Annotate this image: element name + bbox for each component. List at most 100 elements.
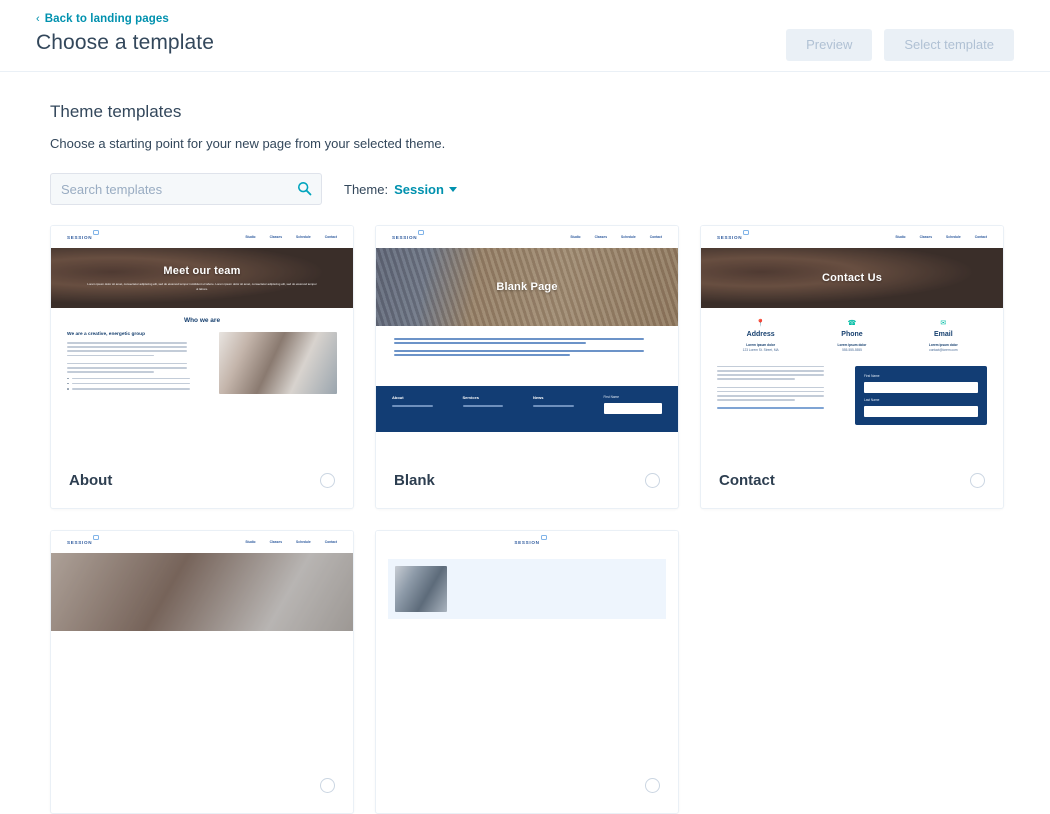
theme-dropdown-value: Session xyxy=(394,181,444,197)
preview-section-title: Who we are xyxy=(183,317,221,324)
preview-column-line2: 555-555-5555 xyxy=(842,348,862,353)
preview-nav: SESSION xyxy=(376,531,678,553)
template-card-about[interactable]: SESSION Studio Classes Schedule Contact … xyxy=(50,225,354,509)
preview-section xyxy=(388,559,666,619)
preview-subheading: We are a creative, energetic group xyxy=(67,332,146,337)
template-thumbnail: SESSION Studio Classes Schedule Contact … xyxy=(376,226,678,453)
template-card-blank[interactable]: SESSION Studio Classes Schedule Contact … xyxy=(375,225,679,509)
preview-image xyxy=(219,332,337,394)
template-select-radio[interactable] xyxy=(320,778,335,793)
section-subtitle: Choose a starting point for your new pag… xyxy=(50,136,446,151)
preview-logo: SESSION xyxy=(717,229,750,240)
preview-column-title: Phone xyxy=(841,331,863,338)
select-template-button[interactable]: Select template xyxy=(884,29,1014,61)
back-to-landing-pages-link[interactable]: ‹ Back to landing pages xyxy=(36,13,169,25)
speech-bubble-icon xyxy=(418,229,425,235)
preview-contact-columns: 📍 Address Lorem ipsum dolor 123 Lorem St… xyxy=(701,308,1003,360)
preview-footer: About Services News First Name xyxy=(376,386,678,433)
envelope-icon: ✉ xyxy=(940,320,947,327)
template-select-radio[interactable] xyxy=(645,778,660,793)
preview-nav-item: Studio xyxy=(245,540,256,544)
preview-nav-item: Studio xyxy=(895,235,906,239)
template-select-radio[interactable] xyxy=(970,473,985,488)
search-input[interactable] xyxy=(51,174,321,204)
template-card-footer: About xyxy=(51,453,353,508)
template-name: Contact xyxy=(719,472,775,489)
template-card-footer xyxy=(51,758,353,813)
preview-column-title: Address xyxy=(746,331,775,338)
speech-bubble-icon xyxy=(93,229,100,235)
preview-hero: Contact Us xyxy=(701,248,1003,308)
speech-bubble-icon xyxy=(540,534,547,540)
preview-nav-item: Classes xyxy=(269,235,283,239)
preview-footer-heading: News xyxy=(533,395,544,401)
template-card-footer xyxy=(376,758,678,813)
preview-button[interactable]: Preview xyxy=(786,29,873,61)
preview-form-input xyxy=(864,381,978,393)
template-name: Blank xyxy=(394,472,435,489)
template-card-footer: Blank xyxy=(376,453,678,508)
search-icon[interactable] xyxy=(297,181,312,201)
preview-footer-heading: About xyxy=(392,395,404,401)
search-templates-field[interactable] xyxy=(50,173,322,205)
chevron-left-icon: ‹ xyxy=(36,12,40,25)
preview-nav-item: Schedule xyxy=(946,235,961,239)
preview-contact-body: First Name Last Name xyxy=(701,360,1003,425)
template-card-partial-2[interactable]: SESSION xyxy=(375,530,679,814)
caret-down-icon xyxy=(448,186,457,192)
header-actions: Preview Select template xyxy=(786,29,1014,61)
preview-nav-item: Classes xyxy=(919,235,933,239)
section-title: Theme templates xyxy=(50,102,182,121)
preview-nav-item: Contact xyxy=(324,540,337,544)
template-card-contact[interactable]: SESSION Studio Classes Schedule Contact … xyxy=(700,225,1004,509)
page-header: ‹ Back to landing pages Choose a templat… xyxy=(0,0,1050,72)
preview-column-line2: 123 Lorem St. Street, MA xyxy=(742,348,779,353)
preview-form-label: First Name xyxy=(603,395,620,400)
preview-footer-heading: Services xyxy=(462,395,479,401)
template-card-footer: Contact xyxy=(701,453,1003,508)
preview-nav-item: Schedule xyxy=(621,235,636,239)
template-name: About xyxy=(69,472,113,489)
preview-nav: SESSION Studio Classes Schedule Contact xyxy=(51,531,353,553)
template-thumbnail: SESSION Studio Classes Schedule Contact xyxy=(51,531,353,758)
preview-nav-item: Studio xyxy=(245,235,256,239)
preview-form-input xyxy=(864,405,978,417)
speech-bubble-icon xyxy=(93,534,100,540)
preview-hero: Blank Page xyxy=(376,248,678,326)
speech-bubble-icon xyxy=(743,229,750,235)
page-title: Choose a template xyxy=(36,31,214,54)
preview-form-label: Last Name xyxy=(864,397,880,402)
phone-icon: ☎ xyxy=(847,320,857,327)
preview-nav-item: Studio xyxy=(570,235,581,239)
theme-filter: Theme: Session xyxy=(344,182,457,197)
preview-form-label: First Name xyxy=(864,373,880,378)
preview-hero-title: Meet our team xyxy=(163,265,241,278)
theme-dropdown[interactable]: Session xyxy=(394,182,457,197)
preview-nav: SESSION Studio Classes Schedule Contact xyxy=(376,226,678,248)
location-pin-icon: 📍 xyxy=(756,320,766,327)
preview-nav: SESSION Studio Classes Schedule Contact xyxy=(51,226,353,248)
template-thumbnail: SESSION Studio Classes Schedule Contact … xyxy=(701,226,1003,453)
preview-nav-item: Contact xyxy=(974,235,987,239)
preview-section: Who we are We are a creative, energetic … xyxy=(51,308,353,403)
preview-hero-title: Contact Us xyxy=(821,272,883,284)
preview-nav: SESSION Studio Classes Schedule Contact xyxy=(701,226,1003,248)
main-content: Theme templates Choose a starting point … xyxy=(0,72,1050,814)
theme-filter-label: Theme: xyxy=(344,181,389,197)
preview-nav-item: Classes xyxy=(269,540,283,544)
preview-logo: SESSION xyxy=(67,534,100,545)
preview-logo: SESSION xyxy=(392,229,425,240)
template-select-radio[interactable] xyxy=(645,473,660,488)
preview-logo: SESSION xyxy=(67,229,100,240)
preview-nav-item: Classes xyxy=(594,235,608,239)
preview-column-line2: contact@lorem.com xyxy=(929,348,958,353)
template-select-radio[interactable] xyxy=(320,473,335,488)
preview-hero-title: Blank Page xyxy=(496,281,558,293)
preview-nav-item: Contact xyxy=(324,235,337,239)
preview-hero: Meet our team Lorem ipsum dolor sit amet… xyxy=(51,248,353,308)
preview-contact-form: First Name Last Name xyxy=(855,365,987,425)
preview-nav-item: Contact xyxy=(649,235,662,239)
back-link-label: Back to landing pages xyxy=(44,13,169,25)
template-card-partial-1[interactable]: SESSION Studio Classes Schedule Contact xyxy=(50,530,354,814)
preview-column-title: Email xyxy=(933,331,953,338)
